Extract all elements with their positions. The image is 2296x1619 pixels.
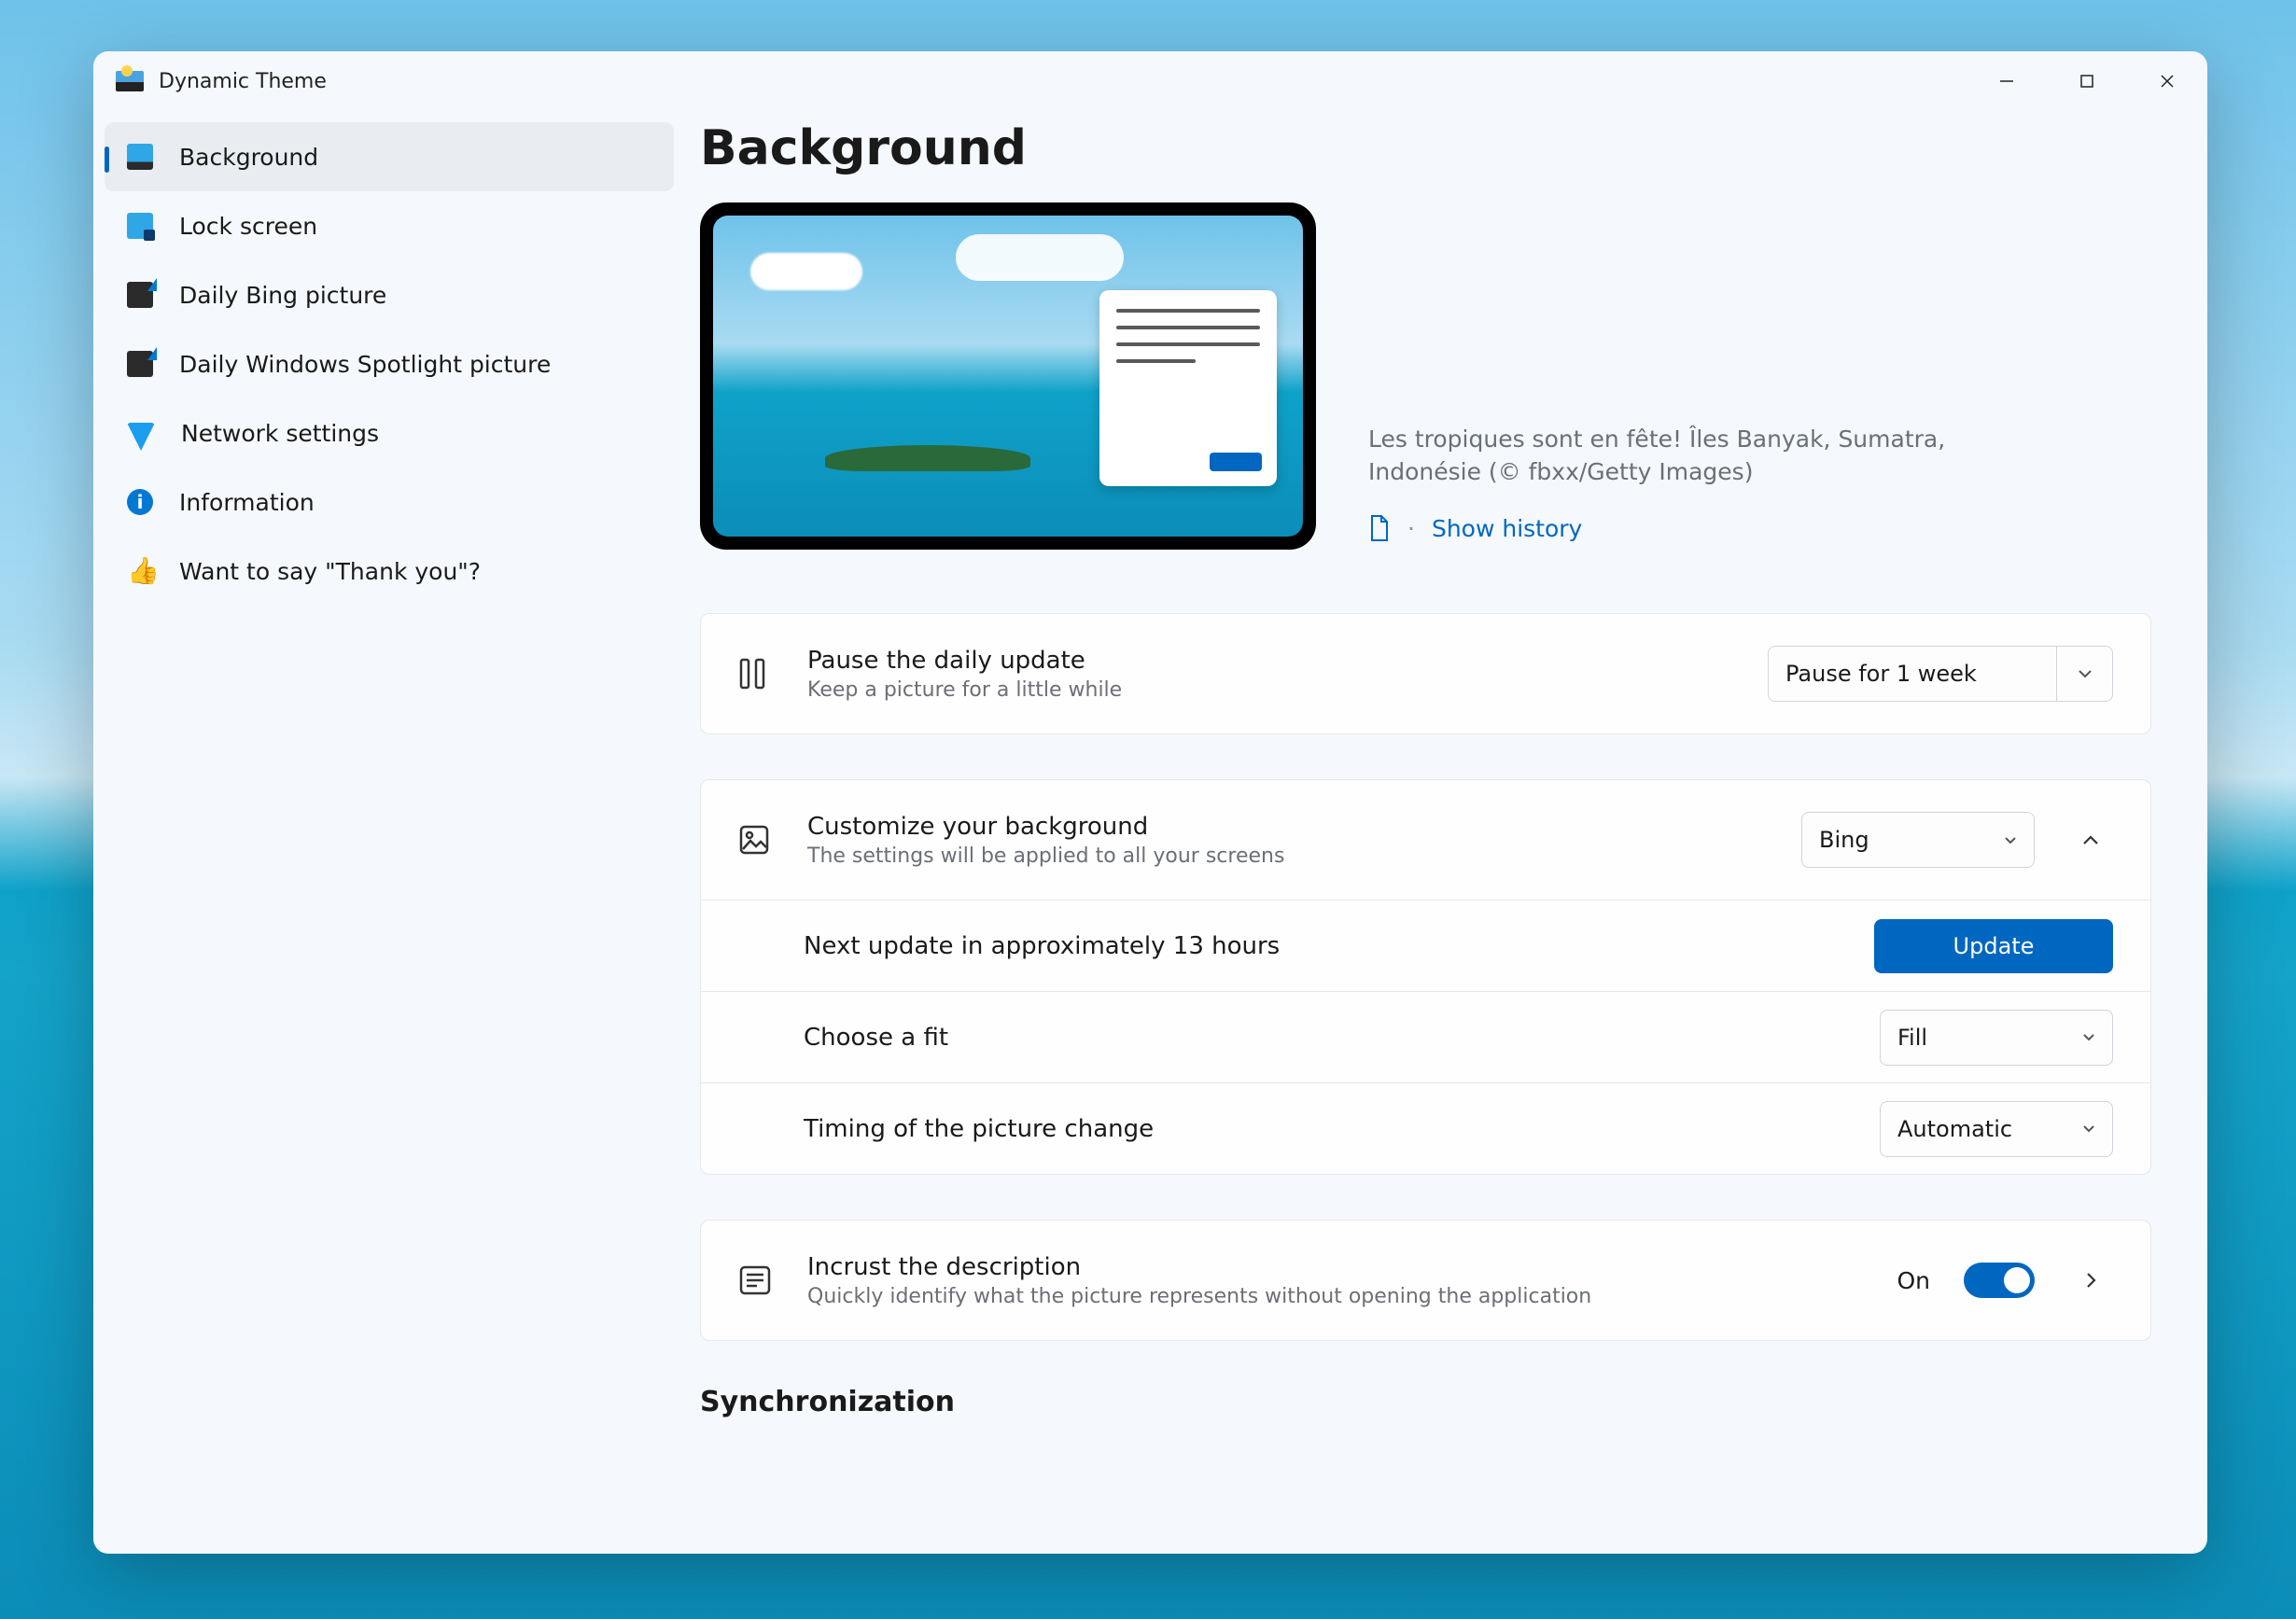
sidebar-item-label: Daily Windows Spotlight picture: [179, 351, 551, 378]
customize-title: Customize your background: [807, 813, 1801, 841]
pause-icon: [738, 658, 774, 690]
sidebar-item-network[interactable]: Network settings: [105, 398, 674, 468]
timing-label: Timing of the picture change: [804, 1115, 1880, 1143]
maximize-icon: [2079, 74, 2094, 89]
preview-row: Les tropiques sont en fête! Îles Banyak,…: [700, 202, 2151, 550]
wifi-icon: [127, 423, 155, 443]
info-icon: i: [127, 489, 153, 515]
pause-duration-value: Pause for 1 week: [1785, 661, 1977, 687]
separator-dot: ·: [1407, 515, 1415, 542]
page-title: Background: [700, 120, 2151, 176]
customize-expander[interactable]: [2068, 817, 2113, 862]
sidebar-item-lockscreen[interactable]: Lock screen: [105, 191, 674, 260]
maximize-button[interactable]: [2047, 51, 2127, 111]
fit-dropdown[interactable]: Fill: [1880, 1010, 2113, 1066]
sidebar-item-background[interactable]: Background: [105, 122, 674, 191]
bing-icon: [127, 282, 153, 308]
thumbs-up-icon: 👍: [127, 558, 153, 584]
background-preview[interactable]: [700, 202, 1316, 550]
source-dropdown[interactable]: Bing: [1801, 812, 2035, 868]
sidebar-item-label: Want to say "Thank you"?: [179, 558, 481, 585]
incrust-card: Incrust the description Quickly identify…: [700, 1220, 2151, 1341]
background-caption: Les tropiques sont en fête! Îles Banyak,…: [1368, 423, 2040, 488]
incrust-title: Incrust the description: [807, 1253, 1897, 1281]
fit-value: Fill: [1897, 1025, 1927, 1051]
minimize-icon: [1998, 73, 2015, 90]
incrust-expander[interactable]: [2068, 1258, 2113, 1303]
source-value: Bing: [1819, 827, 1869, 853]
chevron-down-icon: [2078, 669, 2093, 678]
incrust-desc: Quickly identify what the picture repres…: [807, 1285, 1897, 1308]
spotlight-icon: [127, 351, 153, 377]
fit-label: Choose a fit: [804, 1024, 1880, 1052]
sidebar-item-bing[interactable]: Daily Bing picture: [105, 260, 674, 329]
sidebar-item-label: Background: [179, 144, 318, 171]
sidebar-item-label: Daily Bing picture: [179, 282, 386, 309]
app-icon: [116, 71, 144, 91]
pause-desc: Keep a picture for a little while: [807, 678, 1768, 702]
pause-title: Pause the daily update: [807, 647, 1768, 675]
sidebar-item-label: Information: [179, 489, 315, 516]
pause-duration-dropdown[interactable]: Pause for 1 week: [1768, 646, 2057, 702]
app-window: Dynamic Theme Background Lock screen Dai…: [93, 51, 2207, 1554]
lock-icon: [127, 213, 153, 239]
minimize-button[interactable]: [1967, 51, 2047, 111]
show-history-link[interactable]: Show history: [1432, 515, 1582, 542]
customize-desc: The settings will be applied to all your…: [807, 844, 1801, 868]
sidebar: Background Lock screen Daily Bing pictur…: [93, 111, 700, 1554]
sidebar-item-label: Network settings: [181, 420, 379, 447]
pause-duration-chevron[interactable]: [2057, 646, 2113, 702]
sidebar-item-label: Lock screen: [179, 213, 317, 240]
titlebar: Dynamic Theme: [93, 51, 2207, 111]
update-button[interactable]: Update: [1874, 919, 2113, 973]
picture-icon: [738, 824, 774, 856]
pause-card: Pause the daily update Keep a picture fo…: [700, 613, 2151, 734]
preview-image: [713, 216, 1303, 537]
timing-value: Automatic: [1897, 1116, 2012, 1142]
desktop-icon: [127, 144, 153, 170]
customize-card: Customize your background The settings w…: [700, 779, 2151, 1175]
close-button[interactable]: [2127, 51, 2207, 111]
sidebar-item-thankyou[interactable]: 👍 Want to say "Thank you"?: [105, 537, 674, 606]
chevron-down-icon: [2004, 836, 2017, 844]
chevron-down-icon: [2082, 1033, 2095, 1041]
chevron-up-icon: [2082, 835, 2099, 845]
close-icon: [2159, 73, 2176, 90]
content-area: Background Les tropiques sont en fête! Î…: [700, 111, 2207, 1554]
incrust-toggle[interactable]: [1964, 1263, 2035, 1298]
sidebar-item-spotlight[interactable]: Daily Windows Spotlight picture: [105, 329, 674, 398]
chevron-right-icon: [2086, 1272, 2096, 1289]
preview-widget-overlay: [1099, 290, 1277, 486]
sidebar-item-information[interactable]: i Information: [105, 468, 674, 537]
app-title: Dynamic Theme: [159, 70, 327, 93]
sync-heading: Synchronization: [700, 1386, 2151, 1418]
description-icon: [738, 1264, 774, 1296]
next-update-text: Next update in approximately 13 hours: [804, 932, 1874, 960]
file-icon[interactable]: [1368, 514, 1391, 542]
incrust-toggle-label: On: [1897, 1267, 1930, 1294]
timing-dropdown[interactable]: Automatic: [1880, 1101, 2113, 1157]
chevron-down-icon: [2082, 1124, 2095, 1133]
